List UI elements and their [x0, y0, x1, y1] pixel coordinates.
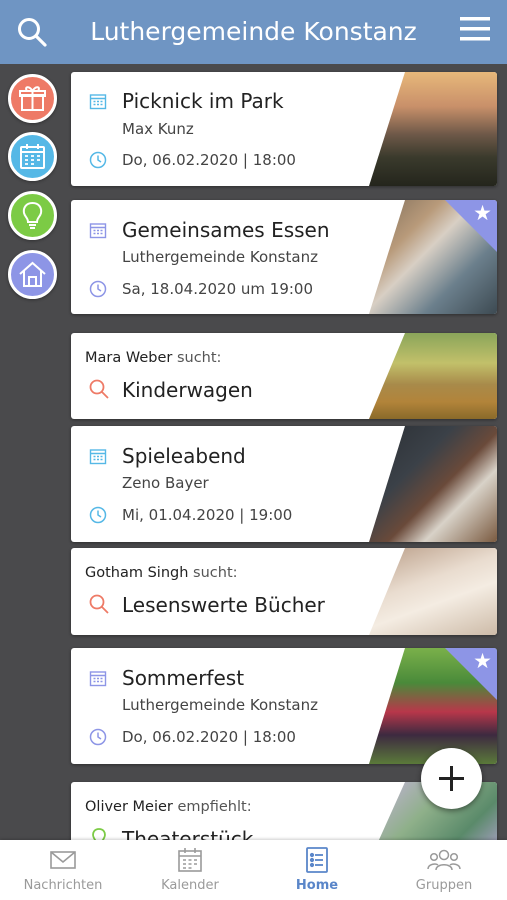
search-icon	[89, 379, 109, 399]
lightbulb-icon	[22, 201, 43, 229]
request-verb: sucht:	[193, 565, 238, 581]
event-card[interactable]: Gemeinsames Essen Luthergemeinde Konstan…	[71, 200, 497, 314]
event-date: Sa, 18.04.2020 um 19:00	[122, 280, 314, 298]
tab-label: Home	[295, 878, 339, 893]
event-title: Picknick im Park	[122, 89, 284, 113]
clock-icon	[89, 151, 107, 169]
event-card[interactable]: Sommerfest Luthergemeinde Konstanz Do, 0…	[71, 648, 497, 764]
calendar-icon	[89, 671, 107, 687]
clock-icon	[89, 280, 107, 298]
request-item: Kinderwagen	[122, 378, 253, 402]
tab-gruppen[interactable]: Gruppen	[381, 840, 507, 900]
bottom-tab-bar: Nachrichten Kalender Home Gruppen	[0, 840, 507, 900]
request-author-line: Gotham Singh sucht:	[85, 565, 238, 581]
search-request-card[interactable]: Gotham Singh sucht: Lesenswerte Bücher	[71, 548, 497, 635]
event-organizer: Zeno Bayer	[122, 474, 209, 492]
event-date: Do, 06.02.2020 | 18:00	[122, 728, 296, 746]
tab-label: Gruppen	[415, 878, 473, 893]
list-icon	[306, 847, 328, 873]
event-title: Spieleabend	[122, 444, 246, 468]
event-photo-chess	[369, 426, 497, 542]
calendar-button[interactable]	[8, 132, 57, 181]
event-card[interactable]: Picknick im Park Max Kunz Do, 06.02.2020…	[71, 72, 497, 186]
search-request-card[interactable]: Mara Weber sucht: Kinderwagen	[71, 333, 497, 419]
clock-icon	[89, 506, 107, 524]
request-verb: sucht:	[176, 350, 222, 366]
tab-label: Kalender	[161, 878, 219, 893]
search-photo-family	[369, 333, 497, 419]
group-icon	[427, 849, 461, 871]
search-icon	[89, 594, 109, 614]
page-title: Luthergemeinde Konstanz	[90, 17, 417, 46]
clock-icon	[89, 728, 107, 746]
event-organizer: Luthergemeinde Konstanz	[122, 248, 318, 266]
event-photo-picnic	[369, 72, 497, 186]
gift-icon	[19, 86, 46, 111]
quick-action-rail	[0, 64, 66, 840]
calendar-icon	[89, 94, 107, 110]
event-card[interactable]: Spieleabend Zeno Bayer Mi, 01.04.2020 | …	[71, 426, 497, 542]
lightbulb-icon	[92, 828, 106, 840]
envelope-icon	[50, 851, 76, 869]
recommendation-verb: empfiehlt:	[177, 799, 252, 815]
recommendation-item: Theaterstück	[122, 827, 254, 840]
recommendation-author: Oliver Meier	[85, 799, 173, 815]
request-author: Gotham Singh	[85, 565, 189, 581]
request-author-line: Mara Weber sucht:	[85, 350, 221, 366]
tab-nachrichten[interactable]: Nachrichten	[0, 840, 126, 900]
hamburger-menu-icon[interactable]	[458, 14, 492, 44]
event-date: Mi, 01.04.2020 | 19:00	[122, 506, 293, 524]
event-organizer: Luthergemeinde Konstanz	[122, 696, 318, 714]
gift-button[interactable]	[8, 74, 57, 123]
tab-kalender[interactable]: Kalender	[127, 840, 253, 900]
app-header: Luthergemeinde Konstanz	[0, 0, 507, 64]
plus-icon	[439, 766, 464, 791]
calendar-icon	[178, 848, 202, 872]
idea-button[interactable]	[8, 191, 57, 240]
star-icon: ★	[473, 201, 492, 225]
home-feed[interactable]: Picknick im Park Max Kunz Do, 06.02.2020…	[66, 64, 507, 840]
event-organizer: Max Kunz	[122, 120, 194, 138]
tab-label: Nachrichten	[23, 878, 103, 893]
request-author: Mara Weber	[85, 350, 173, 366]
star-icon: ★	[473, 649, 492, 673]
request-item: Lesenswerte Bücher	[122, 593, 325, 617]
event-title: Sommerfest	[122, 666, 245, 690]
calendar-icon	[20, 144, 45, 169]
event-title: Gemeinsames Essen	[122, 218, 330, 242]
event-date: Do, 06.02.2020 | 18:00	[122, 151, 296, 169]
home-group-button[interactable]	[8, 250, 57, 299]
tab-home[interactable]: Home	[254, 840, 380, 900]
calendar-icon	[89, 223, 107, 239]
add-button[interactable]	[421, 748, 482, 809]
house-icon	[19, 261, 46, 287]
recommendation-author-line: Oliver Meier empfiehlt:	[85, 799, 252, 815]
search-photo-books	[369, 548, 497, 635]
calendar-icon	[89, 449, 107, 465]
